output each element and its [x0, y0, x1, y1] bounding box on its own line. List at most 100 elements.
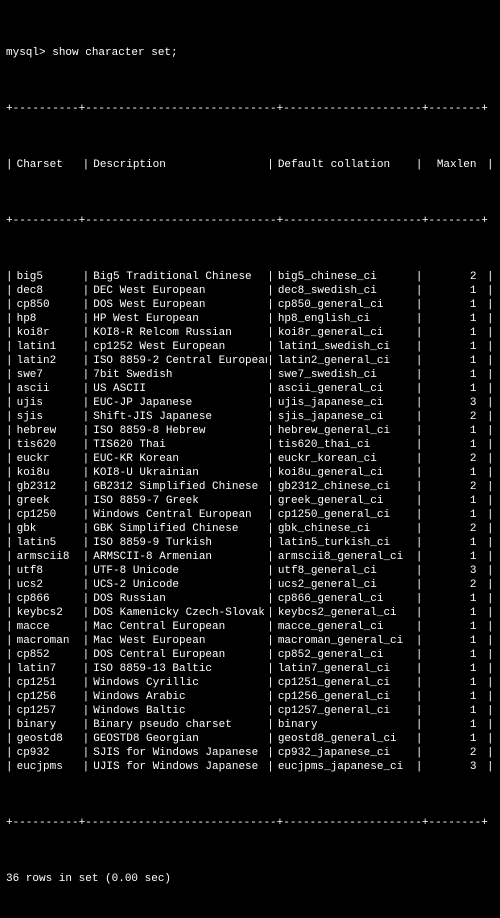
pipe-icon: |	[83, 550, 90, 564]
pipe-icon: |	[416, 298, 423, 312]
cell-description: ISO 8859-8 Hebrew	[89, 424, 267, 438]
prompt: mysql>	[6, 47, 52, 59]
pipe-icon: |	[267, 746, 274, 760]
table-border-top: +----------+----------------------------…	[6, 102, 494, 116]
pipe-icon: |	[267, 578, 274, 592]
pipe-icon: |	[6, 354, 13, 368]
pipe-icon: |	[480, 746, 493, 760]
pipe-icon: |	[6, 410, 13, 424]
pipe-icon: |	[83, 480, 90, 494]
cell-description: Binary pseudo charset	[89, 718, 267, 732]
pipe-icon: |	[83, 676, 90, 690]
pipe-icon: |	[267, 354, 274, 368]
cell-collation: keybcs2_general_ci	[274, 606, 416, 620]
table-row: |cp1256|Windows Arabic|cp1256_general_ci…	[6, 690, 494, 704]
pipe-icon: |	[83, 298, 90, 312]
pipe-icon: |	[416, 382, 423, 396]
cell-description: ARMSCII-8 Armenian	[89, 550, 267, 564]
header-collation: Default collation	[274, 158, 416, 172]
pipe-icon: |	[83, 382, 90, 396]
cell-collation: latin2_general_ci	[274, 354, 416, 368]
cell-charset: sjis	[13, 410, 83, 424]
pipe-icon: |	[267, 606, 274, 620]
pipe-icon: |	[6, 606, 13, 620]
pipe-icon: |	[267, 676, 274, 690]
cell-collation: macroman_general_ci	[274, 634, 416, 648]
table-row: |ucs2|UCS-2 Unicode|ucs2_general_ci|2 |	[6, 578, 494, 592]
pipe-icon: |	[83, 718, 90, 732]
cell-collation: cp1251_general_ci	[274, 676, 416, 690]
pipe-icon: |	[83, 620, 90, 634]
cell-collation: geostd8_general_ci	[274, 732, 416, 746]
pipe-icon: |	[480, 494, 493, 508]
cell-collation: dec8_swedish_ci	[274, 284, 416, 298]
table-row: |binary|Binary pseudo charset|binary|1 |	[6, 718, 494, 732]
pipe-icon: |	[480, 550, 493, 564]
pipe-icon: |	[6, 480, 13, 494]
pipe-icon: |	[6, 522, 13, 536]
pipe-icon: |	[267, 648, 274, 662]
table-row: |cp1250|Windows Central European|cp1250_…	[6, 508, 494, 522]
cell-maxlen: 1	[422, 648, 480, 662]
table-row: |cp852|DOS Central European|cp852_genera…	[6, 648, 494, 662]
cell-charset: gb2312	[13, 480, 83, 494]
pipe-icon: |	[480, 648, 493, 662]
pipe-icon: |	[480, 466, 493, 480]
pipe-icon: |	[267, 382, 274, 396]
pipe-icon: |	[6, 312, 13, 326]
cell-maxlen: 1	[422, 550, 480, 564]
cell-description: 7bit Swedish	[89, 368, 267, 382]
pipe-icon: |	[416, 564, 423, 578]
pipe-icon: |	[267, 284, 274, 298]
cell-maxlen: 1	[422, 382, 480, 396]
pipe-icon: |	[416, 760, 423, 774]
cell-charset: latin2	[13, 354, 83, 368]
pipe-icon: |	[480, 382, 493, 396]
pipe-icon: |	[83, 466, 90, 480]
pipe-icon: |	[6, 298, 13, 312]
cell-maxlen: 2	[422, 522, 480, 536]
pipe-icon: |	[267, 704, 274, 718]
cell-maxlen: 1	[422, 508, 480, 522]
cell-charset: geostd8	[13, 732, 83, 746]
cell-collation: binary	[274, 718, 416, 732]
pipe-icon: |	[480, 270, 493, 284]
pipe-icon: |	[416, 620, 423, 634]
pipe-icon: |	[480, 158, 493, 172]
cell-description: SJIS for Windows Japanese	[89, 746, 267, 760]
pipe-icon: |	[267, 760, 274, 774]
cell-description: DOS Central European	[89, 648, 267, 662]
pipe-icon: |	[416, 522, 423, 536]
pipe-icon: |	[267, 438, 274, 452]
pipe-icon: |	[83, 438, 90, 452]
cell-maxlen: 1	[422, 606, 480, 620]
pipe-icon: |	[416, 634, 423, 648]
pipe-icon: |	[267, 326, 274, 340]
pipe-icon: |	[267, 662, 274, 676]
pipe-icon: |	[416, 606, 423, 620]
table-row: |swe7|7bit Swedish|swe7_swedish_ci|1 |	[6, 368, 494, 382]
cell-collation: latin5_turkish_ci	[274, 536, 416, 550]
pipe-icon: |	[416, 550, 423, 564]
cell-description: EUC-KR Korean	[89, 452, 267, 466]
cell-collation: ujis_japanese_ci	[274, 396, 416, 410]
cell-charset: cp1251	[13, 676, 83, 690]
pipe-icon: |	[416, 270, 423, 284]
pipe-icon: |	[6, 760, 13, 774]
pipe-icon: |	[480, 410, 493, 424]
cell-description: Windows Arabic	[89, 690, 267, 704]
cell-collation: cp866_general_ci	[274, 592, 416, 606]
cell-description: Big5 Traditional Chinese	[89, 270, 267, 284]
table-row: |keybcs2|DOS Kamenicky Czech-Slovak|keyb…	[6, 606, 494, 620]
pipe-icon: |	[416, 480, 423, 494]
cell-maxlen: 1	[422, 634, 480, 648]
cell-collation: ucs2_general_ci	[274, 578, 416, 592]
cell-collation: cp932_japanese_ci	[274, 746, 416, 760]
pipe-icon: |	[267, 466, 274, 480]
pipe-icon: |	[480, 284, 493, 298]
pipe-icon: |	[267, 494, 274, 508]
table-row: |dec8|DEC West European|dec8_swedish_ci|…	[6, 284, 494, 298]
cell-collation: macce_general_ci	[274, 620, 416, 634]
cell-charset: koi8u	[13, 466, 83, 480]
cell-collation: latin7_general_ci	[274, 662, 416, 676]
